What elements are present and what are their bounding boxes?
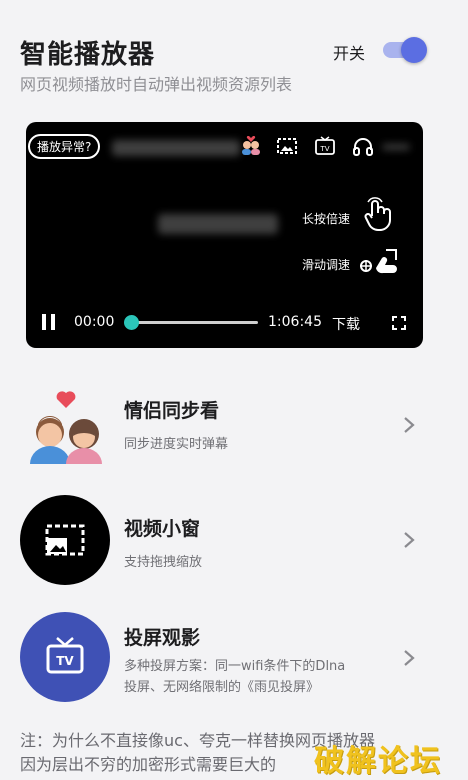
couple-icon	[26, 386, 106, 466]
chevron-right-icon	[402, 531, 416, 549]
feature-desc: 同步进度实时弹幕	[124, 437, 229, 452]
blurred-watermark	[158, 214, 278, 234]
download-button[interactable]: 下载	[332, 314, 360, 334]
feature-desc: 支持拖拽缩放	[124, 555, 203, 570]
page-subtitle: 网页视频播放时自动弹出视频资源列表	[20, 75, 293, 94]
page-title: 智能播放器	[20, 40, 156, 70]
seek-bar[interactable]	[124, 315, 258, 330]
feature-title: 投屏观影	[124, 627, 201, 649]
chevron-right-icon	[402, 416, 416, 434]
feature-desc-line2: 投屏、无网络限制的《雨见投屏》	[124, 680, 320, 695]
svg-text:TV: TV	[56, 654, 74, 668]
toggle-knob	[401, 37, 427, 63]
seek-thumb[interactable]	[124, 315, 139, 330]
feature-title: 视频小窗	[124, 518, 201, 540]
enable-toggle[interactable]	[381, 37, 427, 63]
pause-icon[interactable]	[42, 314, 56, 330]
couple-sync-icon[interactable]	[240, 135, 262, 156]
fullscreen-icon[interactable]	[392, 315, 406, 330]
pip-icon[interactable]	[276, 136, 298, 156]
swipe-gesture-icon	[358, 246, 400, 280]
playback-issue-button[interactable]: 播放异常?	[28, 134, 101, 159]
video-player-preview[interactable]: 播放异常? TV 长按倍速 滑动调速 00:00 1:06:45 下载	[26, 122, 423, 348]
current-time: 00:00	[74, 314, 115, 330]
switch-label: 开关	[333, 44, 366, 63]
feature-cast[interactable]: TV 投屏观影 多种投屏方案：同一wifi条件下的Dlna 投屏、无网络限制的《…	[0, 612, 468, 704]
long-press-speed-hint: 长按倍速	[302, 212, 351, 226]
tv-cast-icon[interactable]: TV	[314, 136, 336, 156]
tap-hold-icon	[360, 196, 396, 232]
feature-title: 情侣同步看	[124, 400, 220, 422]
watermark: 破解论坛	[314, 744, 442, 779]
tv-icon: TV	[20, 612, 110, 702]
feature-couple-sync[interactable]: 情侣同步看 同步进度实时弹幕	[0, 380, 468, 470]
feature-desc-line1: 多种投屏方案：同一wifi条件下的Dlna	[124, 659, 346, 674]
pip-icon	[20, 495, 110, 585]
blurred-status	[382, 144, 410, 150]
slide-speed-hint: 滑动调速	[302, 258, 351, 272]
headphones-icon[interactable]	[352, 136, 374, 156]
chevron-right-icon	[402, 649, 416, 667]
svg-text:TV: TV	[319, 145, 329, 153]
total-time: 1:06:45	[268, 314, 322, 330]
blurred-title	[112, 140, 240, 156]
feature-pip[interactable]: 视频小窗 支持拖拽缩放	[0, 494, 468, 586]
